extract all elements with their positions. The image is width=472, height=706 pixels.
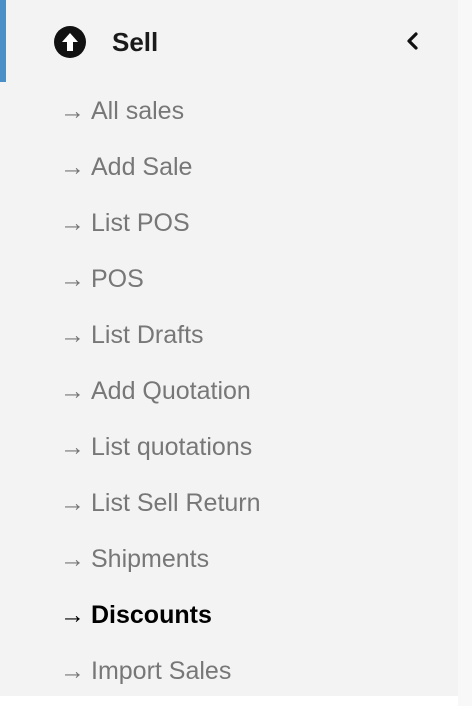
submenu-item-discounts[interactable]: → Discounts <box>0 587 458 643</box>
submenu-item-list-sell-return[interactable]: → List Sell Return <box>0 475 458 531</box>
submenu-item-label: All sales <box>91 97 185 125</box>
submenu-item-pos[interactable]: → POS <box>0 251 458 307</box>
submenu-item-list-drafts[interactable]: → List Drafts <box>0 307 458 363</box>
submenu-item-label: Import Sales <box>91 657 232 685</box>
arrow-right-icon: → <box>60 321 85 349</box>
arrow-right-icon: → <box>60 433 85 461</box>
arrow-circle-up-icon <box>54 26 86 58</box>
arrow-right-icon: → <box>60 489 85 517</box>
sidebar: Sell → All sales → Add Sale → List POS → POS… <box>0 0 458 696</box>
submenu-item-label: Add Sale <box>91 153 193 181</box>
sell-menu-title: Sell <box>112 27 159 57</box>
submenu-item-label: POS <box>91 265 144 293</box>
submenu-item-shipments[interactable]: → Shipments <box>0 531 458 587</box>
submenu-item-label: List POS <box>91 209 190 237</box>
submenu-item-add-sale[interactable]: → Add Sale <box>0 139 458 195</box>
submenu-item-label: List quotations <box>91 433 253 461</box>
submenu-item-add-quotation[interactable]: → Add Quotation <box>0 363 458 419</box>
submenu-item-label: List Sell Return <box>91 489 261 517</box>
arrow-right-icon: → <box>60 601 85 629</box>
submenu-item-label: Add Quotation <box>91 377 251 405</box>
chevron-left-icon[interactable] <box>402 30 424 52</box>
submenu-item-label: Shipments <box>91 545 210 573</box>
submenu-item-list-quotations[interactable]: → List quotations <box>0 419 458 475</box>
arrow-right-icon: → <box>60 153 85 181</box>
arrow-right-icon: → <box>60 265 85 293</box>
submenu-item-label: Discounts <box>91 601 212 629</box>
submenu-item-label: List Drafts <box>91 321 204 349</box>
submenu-item-all-sales[interactable]: → All sales <box>0 83 458 139</box>
arrow-right-icon: → <box>60 209 85 237</box>
sell-menu-header[interactable]: Sell <box>0 0 458 82</box>
scroll-gutter <box>458 0 472 706</box>
arrow-right-icon: → <box>60 545 85 573</box>
submenu-item-list-pos[interactable]: → List POS <box>0 195 458 251</box>
arrow-right-icon: → <box>60 657 85 685</box>
sell-submenu: → All sales → Add Sale → List POS → POS → Lis… <box>0 83 458 699</box>
submenu-item-import-sales[interactable]: → Import Sales <box>0 643 458 699</box>
arrow-right-icon: → <box>60 97 85 125</box>
arrow-right-icon: → <box>60 377 85 405</box>
